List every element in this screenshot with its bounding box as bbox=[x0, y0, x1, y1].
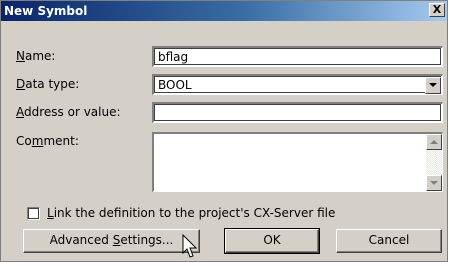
scroll-up-icon[interactable] bbox=[426, 134, 442, 150]
comment-label: Comment: bbox=[16, 134, 79, 148]
scroll-down-icon[interactable] bbox=[426, 175, 442, 191]
link-checkbox-label[interactable]: Link the definition to the project's CX-… bbox=[47, 206, 335, 220]
name-input-value: bflag bbox=[158, 50, 189, 64]
title-bar[interactable]: New Symbol X bbox=[1, 1, 447, 21]
dialog-title: New Symbol bbox=[4, 4, 88, 18]
mouse-cursor-icon bbox=[182, 234, 198, 258]
data-type-select[interactable]: BOOL bbox=[152, 74, 443, 95]
link-checkbox[interactable] bbox=[27, 207, 40, 220]
data-type-value: BOOL bbox=[158, 78, 192, 92]
ok-button[interactable]: OK bbox=[224, 228, 320, 254]
close-button[interactable]: X bbox=[429, 3, 445, 17]
comment-scrollbar[interactable] bbox=[426, 134, 442, 191]
comment-textarea[interactable] bbox=[152, 132, 443, 192]
chevron-down-icon[interactable] bbox=[425, 77, 441, 94]
data-type-label: Data type: bbox=[16, 77, 80, 91]
name-input[interactable]: bflag bbox=[152, 46, 443, 67]
address-label: Address or value: bbox=[16, 105, 121, 119]
new-symbol-dialog: New Symbol X Name: bflag Data type: BOOL… bbox=[0, 0, 448, 262]
address-input[interactable] bbox=[152, 102, 443, 123]
cancel-button[interactable]: Cancel bbox=[336, 229, 442, 253]
name-label: Name: bbox=[16, 49, 56, 63]
close-icon: X bbox=[432, 3, 442, 16]
advanced-settings-button[interactable]: Advanced Settings... bbox=[23, 229, 200, 253]
